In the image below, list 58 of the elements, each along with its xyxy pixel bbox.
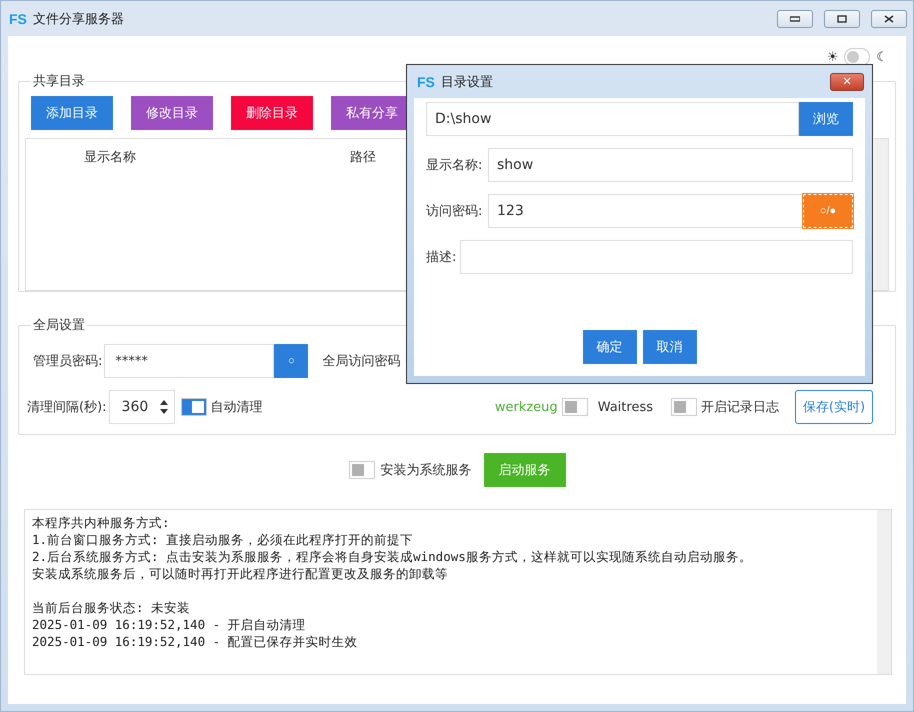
log-line: 2025-01-09 16:19:52,140 - 开启自动清理 <box>32 616 307 633</box>
maximize-icon <box>837 14 847 22</box>
browse-button[interactable]: 浏览 <box>799 102 853 136</box>
sun-icon: ☀ <box>826 50 838 64</box>
toolbar-button[interactable]: 修改目录 <box>131 96 213 130</box>
log-line: 2025-01-09 16:19:52,140 - 配置已保存并实时生效 <box>32 633 359 650</box>
field-label: 访问密码: <box>426 203 484 220</box>
maximize-button[interactable] <box>824 10 860 28</box>
number-spinner[interactable]: 360 <box>108 390 175 424</box>
password-field[interactable]: 123 <box>488 194 803 228</box>
server-option[interactable]: werkzeug <box>494 400 558 414</box>
close-button[interactable]: ✕ <box>830 72 864 90</box>
column-header[interactable]: 路径 <box>350 148 376 166</box>
switch-label: 开启记录日志 <box>701 399 779 416</box>
group-title: 全局设置 <box>32 317 86 334</box>
toggle-switch[interactable] <box>562 398 588 416</box>
field-label: 全局访问密码 <box>322 353 400 370</box>
toolbar-button[interactable]: 删除目录 <box>231 96 313 130</box>
log-line: 1.前台窗口服务方式: 直接启动服务，必须在此程序打开的前提下 <box>32 531 414 548</box>
column-header[interactable]: 显示名称 <box>84 148 350 166</box>
field-label: 管理员密码: <box>33 353 102 370</box>
minimize-icon <box>790 16 800 22</box>
field-label: 描述: <box>426 249 458 266</box>
cancel-button[interactable]: 取消 <box>642 330 696 364</box>
toolbar-button[interactable]: 添加目录 <box>31 96 113 130</box>
scrollbar[interactable] <box>874 139 888 290</box>
show-password-button[interactable]: ○ <box>274 344 308 378</box>
minimize-button[interactable] <box>777 10 813 28</box>
password-field[interactable]: ***** <box>104 344 274 378</box>
description-field[interactable] <box>460 240 853 274</box>
name-field[interactable]: show <box>488 148 853 182</box>
field-label: 显示名称: <box>426 157 484 174</box>
show-password-button[interactable]: ○/● <box>803 194 853 228</box>
server-option[interactable]: Waitress <box>598 400 653 414</box>
close-button[interactable] <box>871 10 907 28</box>
log-line: 当前后台服务状态: 未安装 <box>32 599 192 616</box>
toggle-switch[interactable] <box>348 461 374 479</box>
app-logo: FS <box>9 10 27 26</box>
confirm-button[interactable]: 确定 <box>582 330 636 364</box>
app-logo: FS <box>417 74 435 90</box>
dialog-title: 目录设置 <box>440 74 494 90</box>
log-line: 本程序共内种服务方式: <box>32 514 171 531</box>
toggle-switch[interactable] <box>180 398 207 416</box>
switch-label: 安装为系统服务 <box>380 462 472 479</box>
window-title: 文件分享服务器 <box>32 10 125 28</box>
scrollbar[interactable] <box>877 510 891 674</box>
close-icon <box>884 14 894 22</box>
group-title: 共享目录 <box>32 73 86 90</box>
log-line: 安装成系统服务后，可以随时再打开此程序进行配置更改及服务的卸载等 <box>32 565 449 582</box>
field-label: 清理间隔(秒): <box>27 399 107 416</box>
log-line: 2.后台系统服务方式: 点击安装为系服服务，程序会将自身安装成windows服务方式，这样就可以实现随系统自动启动服务。 <box>32 548 753 565</box>
toggle-switch[interactable] <box>671 398 697 416</box>
switch-label: 自动清理 <box>210 399 263 416</box>
start-service-button[interactable]: 启动服务 <box>484 453 566 487</box>
path-field[interactable]: D:\show <box>426 102 799 136</box>
save-button[interactable]: 保存(实时) <box>795 390 873 424</box>
moon-icon: ☾ <box>876 50 888 64</box>
spinner-arrows-icon <box>160 399 168 415</box>
